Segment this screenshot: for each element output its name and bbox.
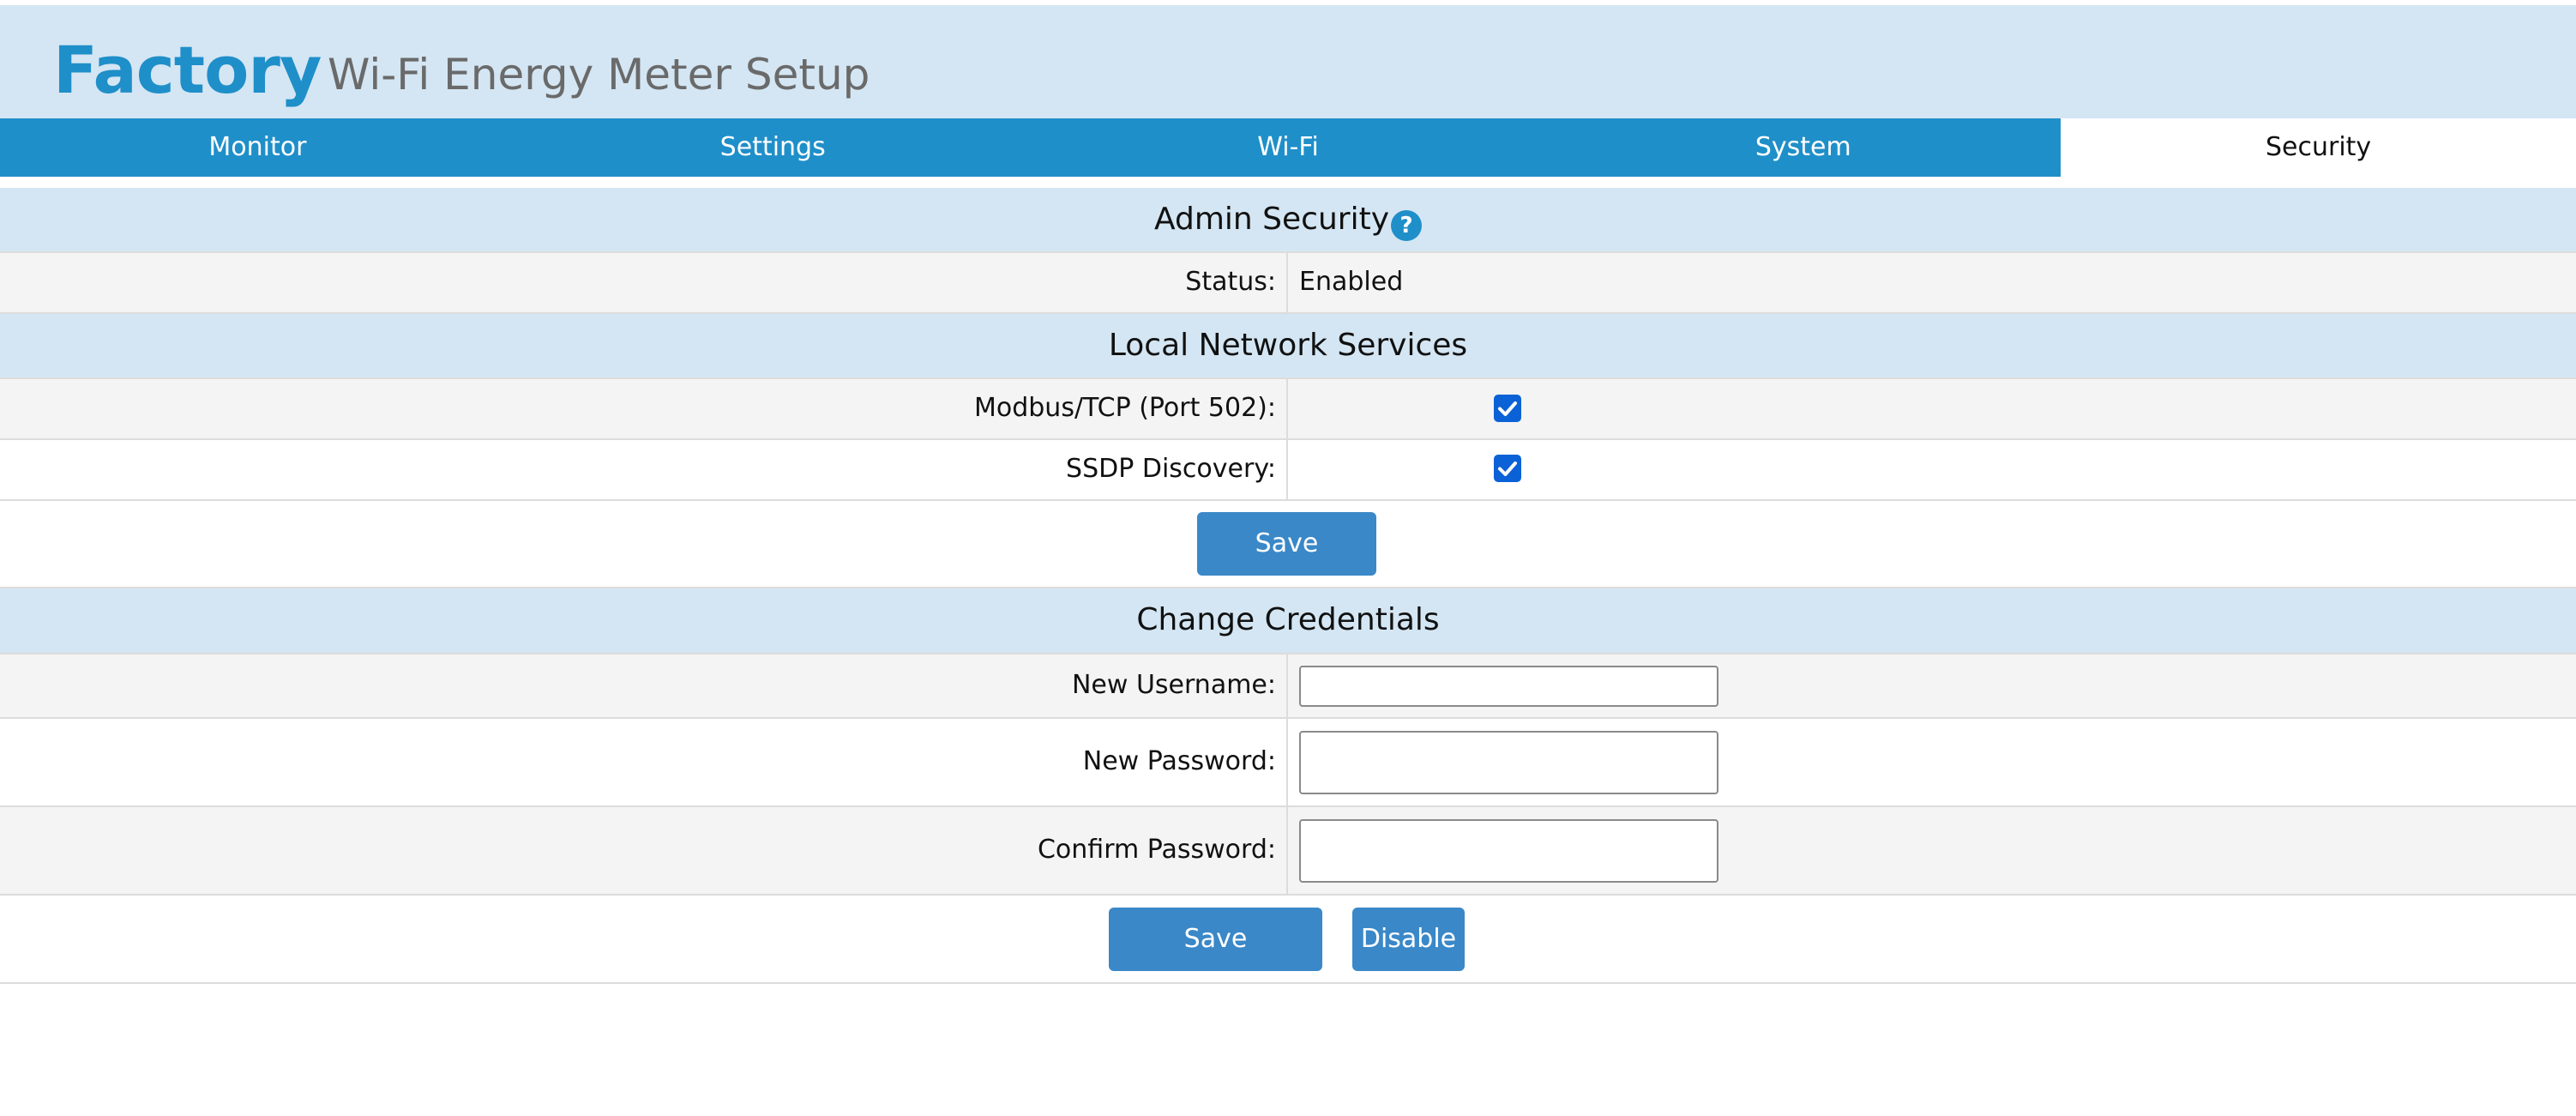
status-label: Status: [1185,267,1276,297]
section-title: Change Credentials [1136,602,1440,637]
status-row: Status: Enabled [0,253,2576,314]
checkmark-icon [1498,461,1517,476]
confirm-password-row: Confirm Password: [0,807,2576,896]
credentials-actions-row: Save Credentials Disable [0,896,2576,1017]
save-services-button[interactable]: Save Services [1197,512,1376,622]
password-label: New Password: [1082,746,1276,776]
page-header: Factory Wi-Fi Energy Meter Setup [0,5,2576,118]
confirm-password-input[interactable] [1299,819,1718,883]
confirm-password-label: Confirm Password: [1037,835,1276,865]
column-divider [1286,655,1288,717]
tab-monitor[interactable]: Monitor [0,118,515,177]
modbus-label: Modbus/TCP (Port 502): [973,393,1276,423]
section-change-credentials: Change Credentials [0,588,2576,655]
section-title: Admin Security? [0,188,2576,251]
admin-security-title: Admin Security [1153,202,1389,237]
status-value: Enabled [1299,267,1404,297]
password-row: New Password: [0,719,2576,807]
column-divider [1286,253,1288,312]
tab-system[interactable]: System [1545,118,2061,177]
tab-settings[interactable]: Settings [515,118,1031,177]
tab-wifi[interactable]: Wi-Fi [1031,118,1546,177]
main-nav: Monitor Settings Wi-Fi System Security [0,118,2576,187]
column-divider [1286,807,1288,894]
modbus-checkbox[interactable] [1494,395,1521,422]
services-actions-row: Save Services [0,501,2576,622]
section-local-network-services: Local Network Services [0,314,2576,379]
column-divider [1286,379,1288,438]
modbus-row: Modbus/TCP (Port 502): [0,379,2576,440]
save-credentials-button[interactable]: Save Credentials [1109,908,1322,1017]
section-admin-security: Admin Security? [0,188,2576,253]
column-divider [1286,440,1288,499]
disable-button[interactable]: Disable [1352,908,1465,971]
new-username-input[interactable] [1299,666,1718,707]
section-title: Local Network Services [1108,328,1468,363]
ssdp-checkbox[interactable] [1494,455,1521,482]
brand-logo-text: Factory [53,32,322,108]
ssdp-row: SSDP Discovery: [0,440,2576,501]
new-password-input[interactable] [1299,731,1718,794]
help-icon[interactable]: ? [1391,210,1422,241]
tab-security[interactable]: Security [2061,118,2576,187]
ssdp-label: SSDP Discovery: [1066,454,1276,484]
username-row: New Username: [0,655,2576,719]
page-subtitle: Wi-Fi Energy Meter Setup [328,50,870,100]
checkmark-icon [1498,401,1517,416]
column-divider [1286,719,1288,805]
username-label: New Username: [1071,670,1276,700]
